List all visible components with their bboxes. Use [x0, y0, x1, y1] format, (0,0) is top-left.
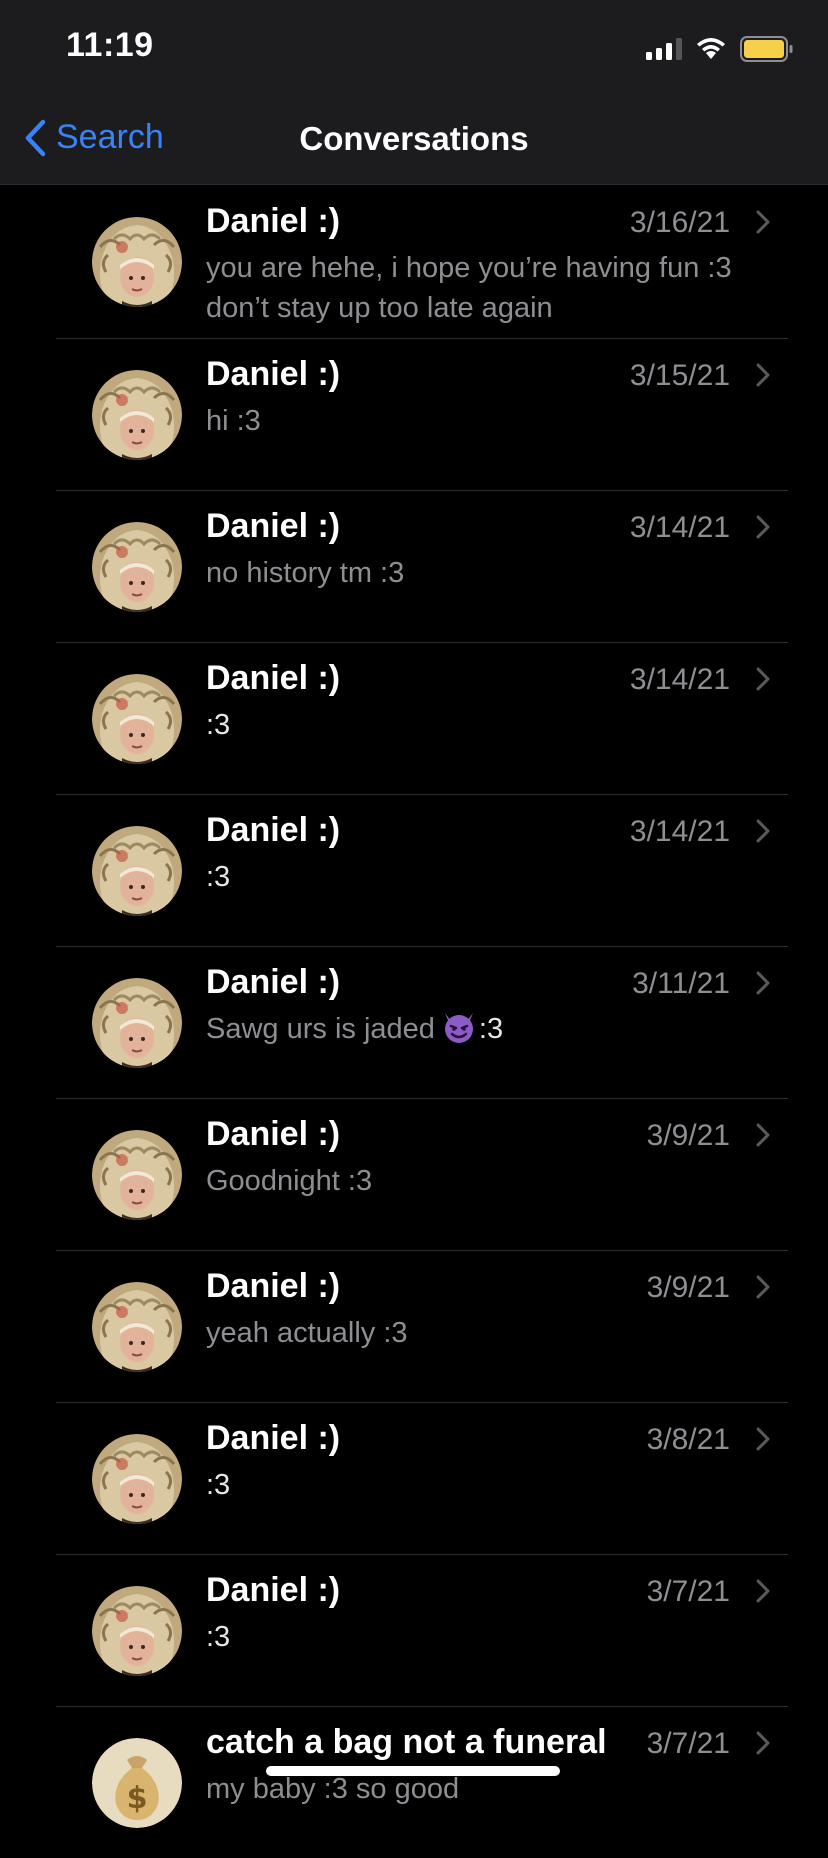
contact-name: Daniel :) [206, 659, 341, 697]
contact-name: Daniel :) [206, 1115, 341, 1153]
contact-avatar [92, 674, 182, 764]
contact-avatar [92, 370, 182, 460]
page-title: Conversations [299, 120, 529, 157]
chevron-right-icon [756, 1579, 770, 1603]
conversation-row[interactable]: Daniel :) 3/14/21 no history tm :3 [56, 490, 788, 642]
chevron-right-icon [756, 971, 770, 995]
message-preview-text: Sawg urs is jaded [206, 1013, 435, 1045]
contact-avatar [92, 1282, 182, 1372]
conversation-date: 3/16/21 [629, 206, 730, 239]
contact-avatar [92, 826, 182, 916]
contact-name: Daniel :) [206, 1267, 341, 1305]
message-preview: :3 [206, 861, 231, 893]
message-preview-suffix: :3 [478, 1013, 504, 1045]
status-icons [646, 34, 794, 64]
message-preview: Sawg urs is jaded :3 [206, 1009, 768, 1049]
message-preview: :3 [206, 1621, 231, 1653]
conversation-row[interactable]: Daniel :) 3/16/21 you are hehe, i hope y… [56, 186, 788, 338]
conversation-date: 3/7/21 [646, 1575, 730, 1608]
contact-name: Daniel :) [206, 1419, 341, 1457]
conversation-date: 3/9/21 [646, 1271, 730, 1304]
chevron-right-icon [756, 210, 770, 234]
conversation-date: 3/8/21 [646, 1423, 730, 1456]
conversation-row[interactable]: Daniel :) 3/9/21 yeah actually :3 [56, 1250, 788, 1402]
conversation-row[interactable]: Daniel :) 3/11/21 Sawg urs is jaded :3 [56, 946, 788, 1098]
contact-avatar [92, 217, 182, 307]
conversation-row[interactable]: Daniel :) 3/7/21 :3 [56, 1554, 788, 1706]
chevron-right-icon [756, 667, 770, 691]
contact-name: Daniel :) [206, 1571, 341, 1609]
message-preview: Goodnight :3 [206, 1165, 373, 1197]
chevron-right-icon [756, 363, 770, 387]
contact-avatar [92, 1434, 182, 1524]
conversation-date: 3/15/21 [629, 359, 730, 392]
home-indicator[interactable] [266, 1766, 560, 1776]
status-time: 11:19 [66, 26, 154, 64]
navigation-header: 11:19 Search Conversations [0, 0, 828, 185]
message-preview: hi :3 [206, 405, 261, 437]
conversation-date: 3/11/21 [632, 967, 730, 1000]
conversation-row[interactable]: $ catch a bag not a funeral 3/7/21 my ba… [56, 1706, 788, 1858]
contact-name: Daniel :) [206, 202, 341, 240]
contact-avatar [92, 978, 182, 1068]
conversation-date: 3/9/21 [646, 1119, 730, 1152]
conversation-row[interactable]: Daniel :) 3/14/21 :3 [56, 642, 788, 794]
chevron-right-icon [756, 819, 770, 843]
contact-name: Daniel :) [206, 507, 341, 545]
contact-name: catch a bag not a funeral [206, 1723, 607, 1761]
smiling-devil-icon [444, 1013, 473, 1043]
conversation-date: 3/14/21 [629, 815, 730, 848]
chevron-right-icon [756, 1427, 770, 1451]
cellular-signal-icon [646, 38, 682, 60]
svg-text:$: $ [127, 1781, 148, 1816]
contact-name: Daniel :) [206, 811, 341, 849]
conversation-row[interactable]: Daniel :) 3/8/21 :3 [56, 1402, 788, 1554]
conversation-row[interactable]: Daniel :) 3/15/21 hi :3 [56, 338, 788, 490]
contact-avatar [92, 522, 182, 612]
contact-name: Daniel :) [206, 963, 341, 1001]
chevron-right-icon [756, 1731, 770, 1755]
conversation-row[interactable]: Daniel :) 3/14/21 :3 [56, 794, 788, 946]
contact-avatar [92, 1130, 182, 1220]
conversation-date: 3/14/21 [629, 511, 730, 544]
message-preview: :3 [206, 709, 231, 741]
conversation-date: 3/14/21 [629, 663, 730, 696]
contact-avatar [92, 1586, 182, 1676]
money-bag-icon: $ [92, 1738, 182, 1828]
wifi-icon [697, 38, 725, 59]
conversation-row[interactable]: Daniel :) 3/9/21 Goodnight :3 [56, 1098, 788, 1250]
message-preview: yeah actually :3 [206, 1317, 408, 1349]
conversation-date: 3/7/21 [646, 1727, 730, 1760]
message-preview: :3 [206, 1469, 231, 1501]
chevron-right-icon [756, 515, 770, 539]
contact-name: Daniel :) [206, 355, 341, 393]
conversation-list: Daniel :) 3/16/21 you are hehe, i hope y… [0, 186, 828, 1858]
message-preview: no history tm :3 [206, 557, 405, 589]
chevron-right-icon [756, 1123, 770, 1147]
battery-icon [740, 36, 793, 62]
message-preview: you are hehe, i hope you’re having fun :… [206, 252, 732, 324]
chevron-right-icon [756, 1275, 770, 1299]
